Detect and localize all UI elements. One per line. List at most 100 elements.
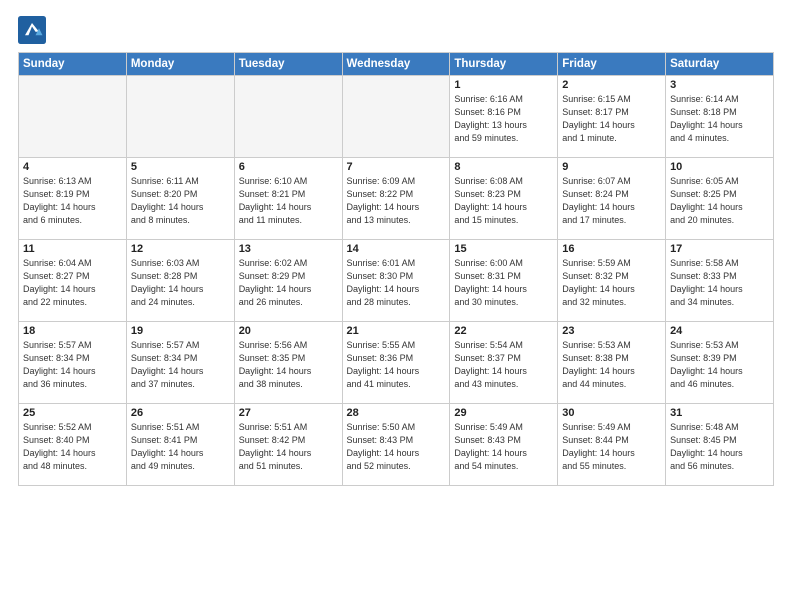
weekday-header-thursday: Thursday <box>450 53 558 76</box>
calendar-cell: 11 Sunrise: 6:04 AMSunset: 8:27 PMDayligh… <box>19 240 127 322</box>
calendar-cell: 19 Sunrise: 5:57 AMSunset: 8:34 PMDayligh… <box>126 322 234 404</box>
calendar-cell: 7Sunrise: 6:09 AMSunset: 8:22 PMDaylight… <box>342 158 450 240</box>
day-number: 22 <box>454 325 553 337</box>
calendar-cell: 4Sunrise: 6:13 AMSunset: 8:19 PMDaylight… <box>19 158 127 240</box>
page: SundayMondayTuesdayWednesdayThursdayFrid… <box>0 0 792 612</box>
week-row-1: 1 Sunrise: 6:16 AMSunset: 8:16 PMDaylight… <box>19 76 774 158</box>
day-number: 11 <box>23 243 122 255</box>
calendar-cell: 16Sunrise: 5:59 AMSunset: 8:32 PMDayligh… <box>558 240 666 322</box>
logo-icon <box>18 16 46 44</box>
day-number: 18 <box>23 325 122 337</box>
weekday-header-row: SundayMondayTuesdayWednesdayThursdayFrid… <box>19 53 774 76</box>
calendar-cell: 29 Sunrise: 5:49 AMSunset: 8:43 PMDayligh… <box>450 404 558 486</box>
day-info: Sunrise: 6:11 AMSunset: 8:20 PMDaylight:… <box>131 175 230 227</box>
day-info: Sunrise: 6:15 AMSunset: 8:17 PMDaylight:… <box>562 93 661 145</box>
weekday-header-sunday: Sunday <box>19 53 127 76</box>
day-number: 26 <box>131 407 230 419</box>
week-row-4: 18 Sunrise: 5:57 AMSunset: 8:34 PMDayligh… <box>19 322 774 404</box>
day-number: 4 <box>23 161 122 173</box>
weekday-header-monday: Monday <box>126 53 234 76</box>
day-number: 10 <box>670 161 769 173</box>
calendar-cell: 28Sunrise: 5:50 AMSunset: 8:43 PMDayligh… <box>342 404 450 486</box>
calendar-cell: 14 Sunrise: 6:01 AMSunset: 8:30 PMDayligh… <box>342 240 450 322</box>
calendar-cell: 20 Sunrise: 5:56 AMSunset: 8:35 PMDayligh… <box>234 322 342 404</box>
calendar-cell <box>342 76 450 158</box>
calendar-cell: 23Sunrise: 5:53 AMSunset: 8:38 PMDayligh… <box>558 322 666 404</box>
weekday-header-friday: Friday <box>558 53 666 76</box>
day-info: Sunrise: 5:52 AMSunset: 8:40 PMDaylight:… <box>23 421 122 473</box>
calendar-cell: 12 Sunrise: 6:03 AMSunset: 8:28 PMDayligh… <box>126 240 234 322</box>
day-number: 12 <box>131 243 230 255</box>
day-number: 20 <box>239 325 338 337</box>
calendar-cell: 21Sunrise: 5:55 AMSunset: 8:36 PMDayligh… <box>342 322 450 404</box>
calendar-cell: 15Sunrise: 6:00 AMSunset: 8:31 PMDayligh… <box>450 240 558 322</box>
calendar-cell: 8Sunrise: 6:08 AMSunset: 8:23 PMDaylight… <box>450 158 558 240</box>
day-number: 13 <box>239 243 338 255</box>
day-info: Sunrise: 6:02 AMSunset: 8:29 PMDaylight:… <box>239 257 338 309</box>
calendar-cell: 13 Sunrise: 6:02 AMSunset: 8:29 PMDayligh… <box>234 240 342 322</box>
weekday-header-wednesday: Wednesday <box>342 53 450 76</box>
day-number: 9 <box>562 161 661 173</box>
day-info: Sunrise: 6:04 AMSunset: 8:27 PMDaylight:… <box>23 257 122 309</box>
weekday-header-tuesday: Tuesday <box>234 53 342 76</box>
day-number: 1 <box>454 79 553 91</box>
day-number: 24 <box>670 325 769 337</box>
day-number: 27 <box>239 407 338 419</box>
day-info: Sunrise: 5:59 AMSunset: 8:32 PMDaylight:… <box>562 257 661 309</box>
day-info: Sunrise: 6:01 AMSunset: 8:30 PMDaylight:… <box>347 257 446 309</box>
day-number: 6 <box>239 161 338 173</box>
day-info: Sunrise: 5:53 AMSunset: 8:38 PMDaylight:… <box>562 339 661 391</box>
day-info: Sunrise: 6:16 AMSunset: 8:16 PMDaylight:… <box>454 93 553 145</box>
calendar-cell: 2 Sunrise: 6:15 AMSunset: 8:17 PMDaylight… <box>558 76 666 158</box>
day-info: Sunrise: 5:55 AMSunset: 8:36 PMDaylight:… <box>347 339 446 391</box>
calendar-cell: 26 Sunrise: 5:51 AMSunset: 8:41 PMDayligh… <box>126 404 234 486</box>
day-info: Sunrise: 6:03 AMSunset: 8:28 PMDaylight:… <box>131 257 230 309</box>
week-row-3: 11 Sunrise: 6:04 AMSunset: 8:27 PMDayligh… <box>19 240 774 322</box>
logo <box>18 16 50 44</box>
day-number: 28 <box>347 407 446 419</box>
day-info: Sunrise: 5:57 AMSunset: 8:34 PMDaylight:… <box>23 339 122 391</box>
day-number: 30 <box>562 407 661 419</box>
day-number: 29 <box>454 407 553 419</box>
calendar-cell: 1 Sunrise: 6:16 AMSunset: 8:16 PMDaylight… <box>450 76 558 158</box>
calendar-cell <box>234 76 342 158</box>
day-info: Sunrise: 6:05 AMSunset: 8:25 PMDaylight:… <box>670 175 769 227</box>
calendar-cell: 30 Sunrise: 5:49 AMSunset: 8:44 PMDayligh… <box>558 404 666 486</box>
calendar-cell <box>19 76 127 158</box>
day-info: Sunrise: 5:48 AMSunset: 8:45 PMDaylight:… <box>670 421 769 473</box>
day-number: 15 <box>454 243 553 255</box>
calendar-cell: 10 Sunrise: 6:05 AMSunset: 8:25 PMDayligh… <box>666 158 774 240</box>
week-row-5: 25 Sunrise: 5:52 AMSunset: 8:40 PMDayligh… <box>19 404 774 486</box>
calendar-cell <box>126 76 234 158</box>
calendar-cell: 3 Sunrise: 6:14 AMSunset: 8:18 PMDaylight… <box>666 76 774 158</box>
day-info: Sunrise: 5:56 AMSunset: 8:35 PMDaylight:… <box>239 339 338 391</box>
day-number: 3 <box>670 79 769 91</box>
day-number: 8 <box>454 161 553 173</box>
calendar-cell: 31 Sunrise: 5:48 AMSunset: 8:45 PMDayligh… <box>666 404 774 486</box>
day-number: 14 <box>347 243 446 255</box>
calendar-table: SundayMondayTuesdayWednesdayThursdayFrid… <box>18 52 774 486</box>
header <box>18 16 774 44</box>
day-info: Sunrise: 5:51 AMSunset: 8:41 PMDaylight:… <box>131 421 230 473</box>
week-row-2: 4Sunrise: 6:13 AMSunset: 8:19 PMDaylight… <box>19 158 774 240</box>
weekday-header-saturday: Saturday <box>666 53 774 76</box>
day-info: Sunrise: 5:57 AMSunset: 8:34 PMDaylight:… <box>131 339 230 391</box>
day-info: Sunrise: 5:49 AMSunset: 8:44 PMDaylight:… <box>562 421 661 473</box>
day-number: 25 <box>23 407 122 419</box>
day-info: Sunrise: 5:49 AMSunset: 8:43 PMDaylight:… <box>454 421 553 473</box>
day-number: 19 <box>131 325 230 337</box>
calendar-cell: 5 Sunrise: 6:11 AMSunset: 8:20 PMDaylight… <box>126 158 234 240</box>
day-number: 31 <box>670 407 769 419</box>
day-info: Sunrise: 6:07 AMSunset: 8:24 PMDaylight:… <box>562 175 661 227</box>
day-number: 2 <box>562 79 661 91</box>
calendar-cell: 27Sunrise: 5:51 AMSunset: 8:42 PMDayligh… <box>234 404 342 486</box>
calendar-cell: 9 Sunrise: 6:07 AMSunset: 8:24 PMDaylight… <box>558 158 666 240</box>
day-info: Sunrise: 6:09 AMSunset: 8:22 PMDaylight:… <box>347 175 446 227</box>
calendar-cell: 22Sunrise: 5:54 AMSunset: 8:37 PMDayligh… <box>450 322 558 404</box>
day-number: 17 <box>670 243 769 255</box>
day-number: 5 <box>131 161 230 173</box>
day-info: Sunrise: 6:14 AMSunset: 8:18 PMDaylight:… <box>670 93 769 145</box>
calendar-cell: 24Sunrise: 5:53 AMSunset: 8:39 PMDayligh… <box>666 322 774 404</box>
calendar-cell: 18 Sunrise: 5:57 AMSunset: 8:34 PMDayligh… <box>19 322 127 404</box>
calendar-cell: 6Sunrise: 6:10 AMSunset: 8:21 PMDaylight… <box>234 158 342 240</box>
